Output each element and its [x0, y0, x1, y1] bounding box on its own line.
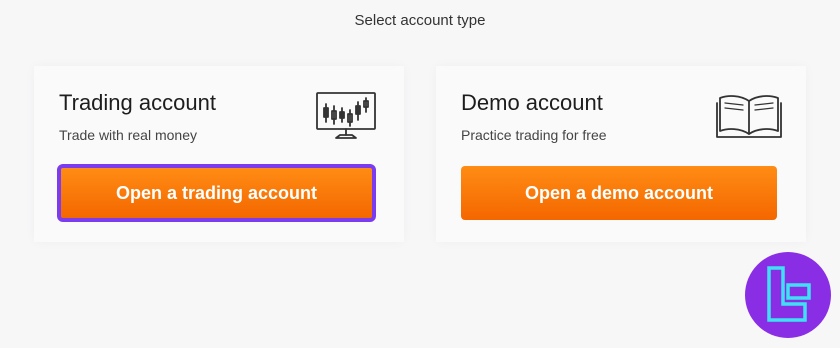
candlestick-monitor-icon — [316, 92, 376, 145]
trading-account-subtitle: Trade with real money — [59, 127, 197, 143]
page-heading: Select account type — [354, 12, 486, 29]
demo-account-card: Demo account Practice trading for free O… — [436, 66, 806, 242]
demo-account-subtitle: Practice trading for free — [461, 127, 607, 143]
demo-account-title: Demo account — [461, 90, 603, 115]
trading-account-title: Trading account — [59, 90, 216, 115]
trading-account-card: Trading account Trade with real money Op… — [34, 66, 404, 242]
open-demo-account-button[interactable]: Open a demo account — [461, 166, 777, 220]
open-trading-account-button[interactable]: Open a trading account — [57, 164, 376, 222]
open-book-icon — [716, 93, 782, 144]
brand-logo-icon — [745, 252, 831, 343]
